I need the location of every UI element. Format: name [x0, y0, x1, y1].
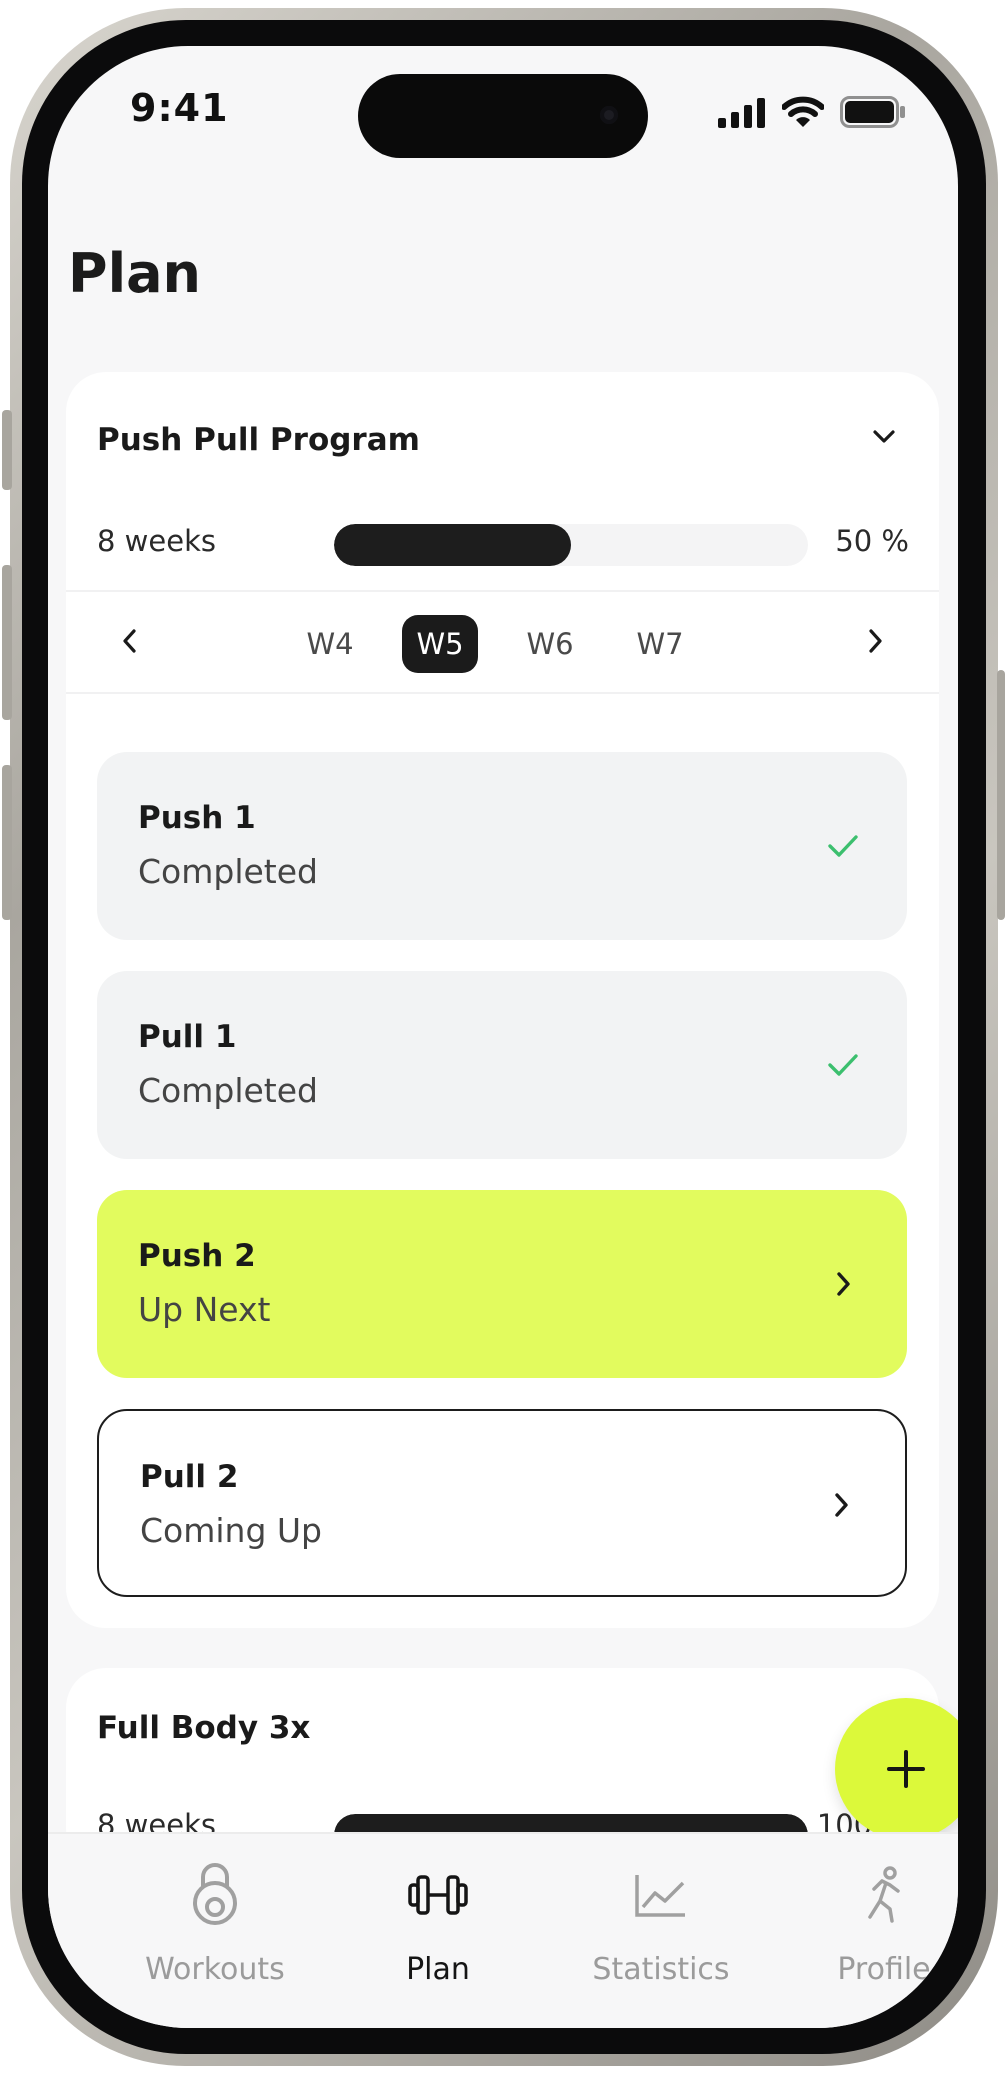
kettlebell-icon [193, 1863, 237, 1925]
week-tab[interactable]: W6 [512, 615, 588, 673]
signal-icon [718, 98, 765, 128]
session-name: Push 2 [138, 1238, 256, 1274]
week-selector: W4 W5 W6 W7 [66, 590, 939, 692]
chevron-right-icon [869, 629, 882, 653]
week-tab[interactable]: W7 [622, 615, 698, 673]
session-name: Push 1 [138, 800, 256, 836]
plus-icon [887, 1750, 925, 1788]
tab-bar: Workouts Plan Statistics Profile [48, 1832, 958, 2028]
next-week-button[interactable] [855, 618, 895, 664]
check-icon [819, 822, 867, 870]
week-tabs: W4 W5 W6 W7 [292, 615, 698, 673]
page-title: Plan [68, 242, 201, 305]
tab-plan[interactable]: Plan [328, 1860, 548, 1990]
tab-label: Plan [406, 1952, 470, 1987]
tab-statistics[interactable]: Statistics [551, 1860, 771, 1990]
program-progress-bar [334, 524, 808, 566]
dynamic-island [358, 74, 648, 158]
program-title: Push Pull Program [97, 422, 420, 458]
action-button [2, 410, 12, 490]
session-item-up-next[interactable]: Push 2 Up Next [97, 1190, 907, 1378]
chevron-down-icon [873, 430, 895, 443]
program-card: Push Pull Program 8 weeks 50 % W4 W5 W6 … [66, 372, 939, 1628]
session-name: Pull 1 [138, 1019, 237, 1055]
session-item[interactable]: Pull 2 Coming Up [97, 1409, 907, 1597]
check-icon [819, 1041, 867, 1089]
tab-profile[interactable]: Profile [774, 1860, 958, 1990]
chevron-right-icon [817, 1481, 865, 1529]
collapse-button[interactable] [869, 422, 899, 456]
session-item[interactable]: Push 1 Completed [97, 752, 907, 940]
session-status: Coming Up [140, 1511, 322, 1550]
program-progress-label: 50 % [835, 524, 909, 558]
tab-label: Workouts [145, 1952, 285, 1987]
week-tab[interactable]: W4 [292, 615, 368, 673]
session-status: Completed [138, 1071, 318, 1110]
tab-workouts[interactable]: Workouts [105, 1860, 325, 1990]
program-title: Full Body 3x [97, 1710, 311, 1746]
chevron-right-icon [819, 1260, 867, 1308]
runner-icon [868, 1866, 900, 1923]
divider [66, 692, 939, 694]
status-time: 9:41 [130, 86, 229, 130]
prev-week-button[interactable] [110, 618, 150, 664]
week-tab-active[interactable]: W5 [402, 615, 478, 673]
dumbbell-icon [408, 1875, 468, 1915]
wifi-icon [782, 96, 824, 127]
status-icons [718, 96, 906, 128]
screen: 9:41 Plan Push Pull Program 8 weeks 50 %… [48, 46, 958, 2028]
program-duration: 8 weeks [97, 524, 216, 558]
session-status: Up Next [138, 1290, 271, 1329]
volume-down-button [2, 765, 12, 920]
tab-label: Statistics [592, 1952, 730, 1987]
power-button [997, 670, 1005, 920]
session-name: Pull 2 [140, 1459, 239, 1495]
camera-icon [600, 106, 618, 124]
program-progress-fill [334, 524, 571, 566]
line-chart-icon [635, 1875, 685, 1917]
chevron-left-icon [123, 629, 136, 653]
tab-label: Profile [837, 1952, 931, 1987]
session-status: Completed [138, 852, 318, 891]
battery-icon [840, 96, 905, 128]
session-item[interactable]: Pull 1 Completed [97, 971, 907, 1159]
volume-up-button [2, 565, 12, 720]
